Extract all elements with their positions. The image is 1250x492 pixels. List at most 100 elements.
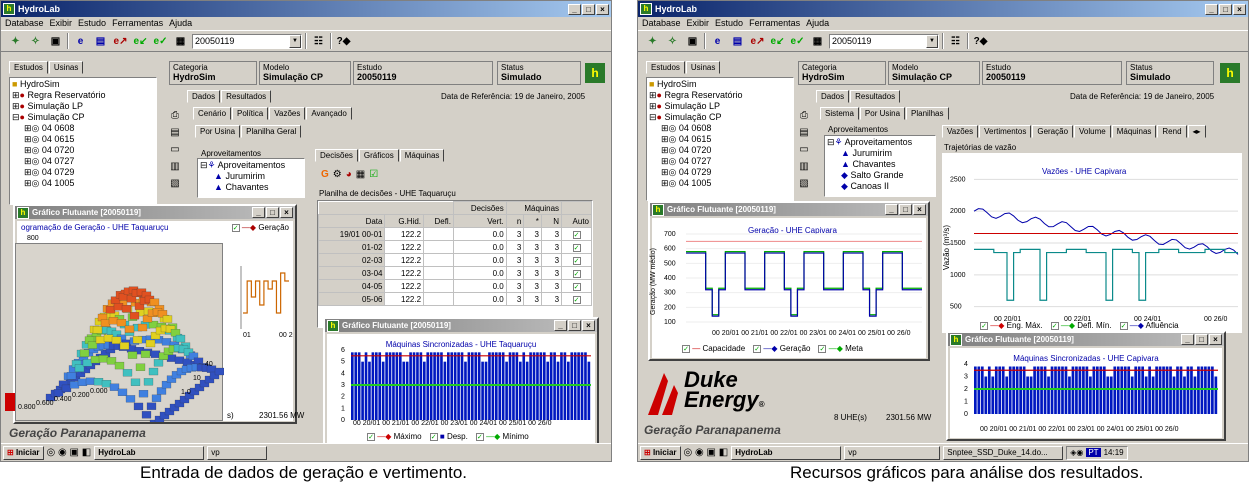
menu-estudo[interactable]: Estudo xyxy=(78,18,106,29)
maximize-button[interactable]: □ xyxy=(582,3,595,15)
table-cell[interactable]: 3 xyxy=(540,240,563,254)
table-cell[interactable]: 3 xyxy=(523,292,542,306)
menu-ferramentas[interactable]: Ferramentas xyxy=(112,18,163,29)
export-icon[interactable]: e↗ xyxy=(749,33,766,50)
minimize-button[interactable]: _ xyxy=(568,3,581,15)
maximize-button[interactable]: □ xyxy=(1195,334,1208,345)
open-icon[interactable]: ✧ xyxy=(664,33,681,50)
new-icon[interactable]: ✦ xyxy=(644,33,661,50)
tree-item[interactable]: ■ HydroSim xyxy=(12,79,154,90)
table-row[interactable]: 03-04 122.2 0.0 3 3 3 ✓ xyxy=(318,266,592,280)
tree-item[interactable]: ⊞◎ 04 0608 xyxy=(649,123,791,134)
save-icon[interactable]: ▤ xyxy=(92,33,109,50)
tree-item[interactable]: ⊞● Regra Reservatório xyxy=(649,90,791,101)
taskbar-hydrolab[interactable]: HydroLab xyxy=(731,445,842,460)
tab-vertimentos[interactable]: Vertimentos xyxy=(979,125,1032,138)
study-combo[interactable]: 20050119 ▼ xyxy=(829,33,939,49)
table-cell[interactable] xyxy=(423,253,454,267)
menu-ferramentas[interactable]: Ferramentas xyxy=(749,18,800,29)
table-cell[interactable]: 3 xyxy=(505,279,525,293)
help-icon[interactable]: ?◆ xyxy=(335,33,352,50)
tree-item[interactable]: ⊞◎ 04 0729 xyxy=(649,167,791,178)
print-icon[interactable]: ▭ xyxy=(796,141,812,158)
tree-item[interactable]: ⊞◎ 04 0615 xyxy=(12,134,154,145)
database-icon[interactable]: ▣ xyxy=(47,33,64,50)
open-icon[interactable]: ✧ xyxy=(27,33,44,50)
table-cell[interactable]: 3 xyxy=(505,227,525,241)
tree-item[interactable]: ▲ Chavantes xyxy=(200,182,302,193)
tree-item[interactable]: ⊞● Regra Reservatório xyxy=(12,90,154,101)
start-button[interactable]: ⊞ Iniciar xyxy=(3,445,44,460)
auto-checkbox[interactable]: ✓ xyxy=(561,227,592,241)
table-cell[interactable]: 122.2 xyxy=(384,227,425,241)
close-button[interactable]: × xyxy=(596,3,609,15)
tab-usinas[interactable]: Usinas xyxy=(685,61,721,74)
edit-icon[interactable]: e xyxy=(709,33,726,50)
table-cell[interactable]: 3 xyxy=(523,227,542,241)
table-cell[interactable]: 3 xyxy=(540,253,563,267)
tab-por-usina[interactable]: Por Usina xyxy=(195,125,241,138)
tree-item[interactable]: ▲ Chavantes xyxy=(827,159,933,170)
tab-rend[interactable]: Rend xyxy=(1157,125,1187,138)
print-preview-icon[interactable]: ⎙ xyxy=(167,107,183,124)
help-icon[interactable]: ?◆ xyxy=(972,33,989,50)
tree-item[interactable]: ⊟⚘ Aproveitamentos xyxy=(200,160,302,171)
auto-checkbox[interactable]: ✓ xyxy=(561,253,592,267)
tab-estudos[interactable]: Estudos xyxy=(646,61,685,74)
table-cell[interactable]: 3 xyxy=(540,266,563,280)
table-cell[interactable]: 3 xyxy=(505,266,525,280)
tree-item[interactable]: ⊞● Simulação LP xyxy=(649,101,791,112)
tab-graficos[interactable]: Gráficos xyxy=(358,149,399,162)
save-icon[interactable]: ▤ xyxy=(729,33,746,50)
table-row[interactable]: 04-05 122.2 0.0 3 3 3 ✓ xyxy=(318,279,592,293)
document-icon[interactable]: ▤ xyxy=(796,124,812,141)
calendar-icon[interactable]: ▦ xyxy=(172,33,189,50)
tree-item[interactable]: ⊞◎ 04 0727 xyxy=(649,156,791,167)
table-cell[interactable]: 3 xyxy=(505,253,525,267)
table-row[interactable]: 02-03 122.2 0.0 3 3 3 ✓ xyxy=(318,253,592,267)
tab-planilhas[interactable]: Planilhas xyxy=(906,107,949,120)
table-cell[interactable]: 0.0 xyxy=(452,279,507,293)
tab-vazoes[interactable]: Vazões xyxy=(269,107,306,120)
table-row[interactable]: 01-02 122.2 0.0 3 3 3 ✓ xyxy=(318,240,592,254)
table-cell[interactable]: 3 xyxy=(540,279,563,293)
table-cell[interactable] xyxy=(423,292,454,306)
tree-item[interactable]: ▲ Jurumirim xyxy=(200,171,302,182)
tab-sistema[interactable]: Sistema xyxy=(820,107,859,120)
table-row[interactable]: 05-06 122.2 0.0 3 3 3 ✓ xyxy=(318,292,592,306)
taskbar-document[interactable]: Snptee_SSD_Duke_14.do... xyxy=(943,445,1064,460)
table-cell[interactable]: 0.0 xyxy=(452,253,507,267)
tree-item[interactable]: ⊞◎ 04 0608 xyxy=(12,123,154,134)
chevron-down-icon[interactable]: ▼ xyxy=(289,34,301,48)
document-icon[interactable]: ▤ xyxy=(167,124,183,141)
tab-resultados[interactable]: Resultados xyxy=(221,90,272,103)
export-icon[interactable]: e↗ xyxy=(112,33,129,50)
table-cell[interactable] xyxy=(423,266,454,280)
table-cell[interactable]: 01-02 xyxy=(318,240,386,254)
table-cell[interactable]: 04-05 xyxy=(318,279,386,293)
table-cell[interactable]: 0.0 xyxy=(452,266,507,280)
tree-item[interactable]: ⊟⚘ Aproveitamentos xyxy=(827,137,933,148)
start-button[interactable]: ⊞ Iniciar xyxy=(640,445,681,460)
import-icon[interactable]: e↙ xyxy=(769,33,786,50)
quicklaunch-icons[interactable]: ◎ ◉ ▣ ◧ xyxy=(684,447,729,458)
table-cell[interactable]: 02-03 xyxy=(318,253,386,267)
floating-machines-window[interactable]: h Gráfico Flutuante [20050119] _ □ × Máquina… xyxy=(323,317,599,447)
palette-icon[interactable]: ◕ xyxy=(346,169,352,180)
tab-estudos[interactable]: Estudos xyxy=(9,61,48,74)
print-icon[interactable]: ▭ xyxy=(167,141,183,158)
close-button[interactable]: × xyxy=(582,320,595,331)
import-icon[interactable]: e↙ xyxy=(132,33,149,50)
tree-item[interactable]: ⊟● Simulação CP xyxy=(12,112,154,123)
tree-item[interactable]: ⊞◎ 04 0615 xyxy=(649,134,791,145)
table-cell[interactable]: 05-06 xyxy=(318,292,386,306)
tree-item[interactable]: ⊞◎ 04 0720 xyxy=(12,145,154,156)
report-icon[interactable]: ▥ xyxy=(796,158,812,175)
settings-icon[interactable]: ⚙ xyxy=(333,169,342,180)
floating-machines-window[interactable]: h Gráfico Flutuante [20050119] _ □ × Máquina… xyxy=(946,331,1226,441)
tree-item[interactable]: ◆ Canoas II xyxy=(827,181,933,192)
tree-item[interactable]: ⊞◎ 04 0727 xyxy=(12,156,154,167)
language-indicator[interactable]: PT xyxy=(1086,448,1101,457)
tree-item[interactable]: ⊟● Simulação CP xyxy=(649,112,791,123)
edit-icon[interactable]: e xyxy=(72,33,89,50)
